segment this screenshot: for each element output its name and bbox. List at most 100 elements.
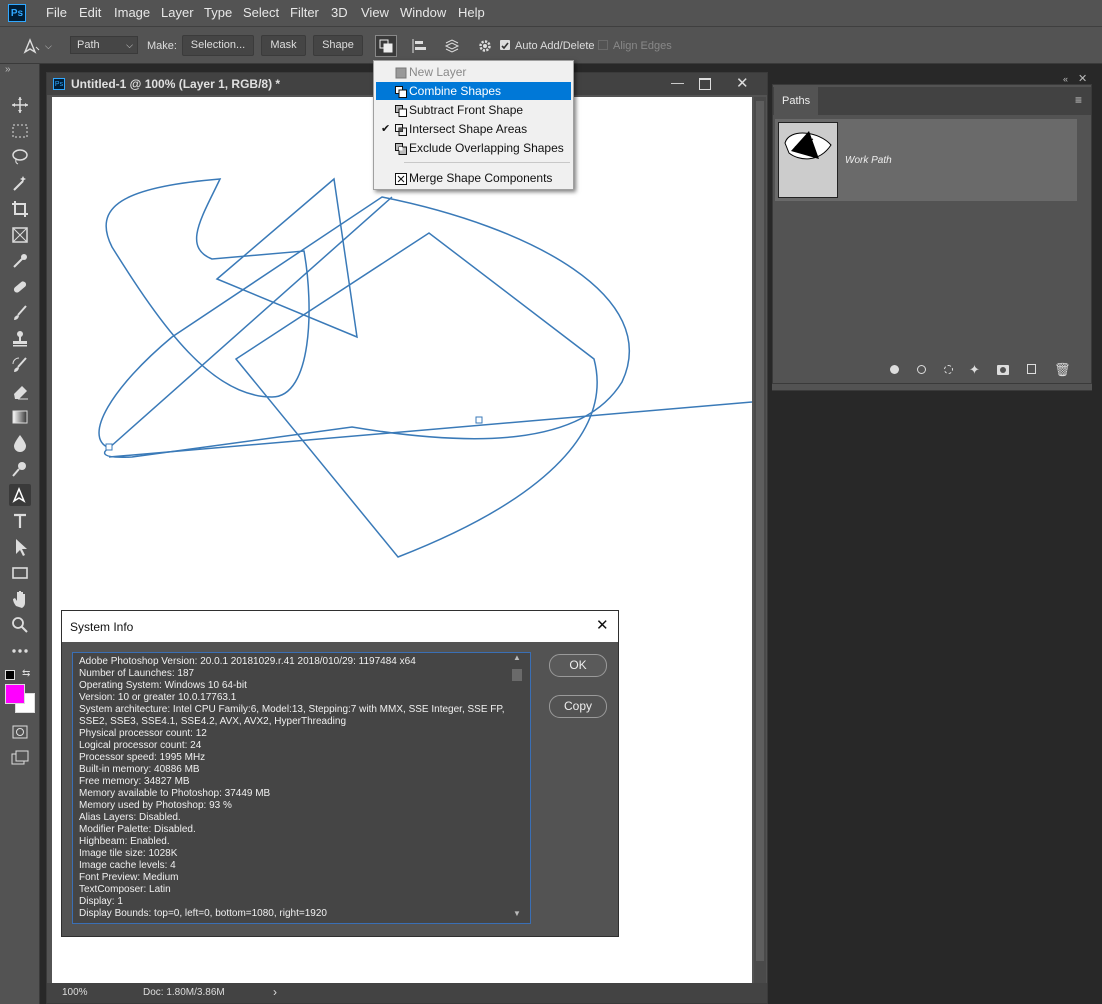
marquee-tool-icon[interactable] bbox=[9, 120, 31, 142]
menu-type[interactable]: Type bbox=[204, 5, 232, 20]
exclude-overlapping-icon bbox=[395, 142, 407, 155]
ok-button[interactable]: OK bbox=[549, 654, 607, 677]
pen-tool-preset-icon[interactable] bbox=[21, 36, 40, 54]
menu-bar: Ps File Edit Image Layer Type Select Fil… bbox=[0, 0, 1102, 26]
system-info-line: Number of Launches: 187 bbox=[79, 668, 195, 679]
menu-help[interactable]: Help bbox=[458, 5, 485, 20]
maximize-icon[interactable] bbox=[699, 78, 711, 90]
gear-icon[interactable] bbox=[476, 37, 494, 55]
collapse-arrows-icon[interactable]: » bbox=[5, 64, 11, 75]
add-mask-icon[interactable] bbox=[997, 365, 1009, 375]
crop-tool-icon[interactable] bbox=[9, 198, 31, 220]
vertical-scrollbar[interactable] bbox=[754, 97, 766, 983]
foreground-color-swatch[interactable] bbox=[5, 684, 25, 704]
panel-resize-handle[interactable] bbox=[772, 384, 1092, 391]
menu-item-subtract-front-shape[interactable]: Subtract Front Shape bbox=[376, 101, 571, 119]
frame-tool-icon[interactable] bbox=[9, 224, 31, 246]
menu-window[interactable]: Window bbox=[400, 5, 446, 20]
system-info-line: Processor speed: 1995 MHz bbox=[79, 752, 206, 763]
more-tools-icon[interactable] bbox=[9, 640, 31, 662]
dodge-icon[interactable] bbox=[9, 458, 31, 480]
menu-layer[interactable]: Layer bbox=[161, 5, 194, 20]
trash-icon[interactable]: 🗑 bbox=[1054, 362, 1071, 378]
system-info-line: Image tile size: 1028K bbox=[79, 848, 178, 859]
menu-filter[interactable]: Filter bbox=[290, 5, 319, 20]
menu-item-combine-shapes[interactable]: Combine Shapes bbox=[376, 82, 571, 100]
photoshop-logo-icon: Ps bbox=[8, 4, 26, 22]
scroll-up-icon[interactable]: ▲ bbox=[513, 653, 521, 662]
menu-3d[interactable]: 3D bbox=[331, 5, 348, 20]
path-selection-icon[interactable] bbox=[9, 536, 31, 558]
new-layer-icon bbox=[395, 66, 407, 79]
menu-image[interactable]: Image bbox=[114, 5, 150, 20]
copy-button[interactable]: Copy bbox=[549, 695, 607, 718]
combine-shapes-icon bbox=[395, 85, 407, 98]
path-row[interactable]: Work Path bbox=[775, 119, 1077, 201]
quick-selection-icon[interactable] bbox=[9, 172, 31, 194]
menu-item-exclude-overlapping-shapes[interactable]: Exclude Overlapping Shapes bbox=[376, 139, 571, 157]
menu-item-new-layer[interactable]: New Layer bbox=[376, 63, 571, 81]
healing-brush-icon[interactable] bbox=[9, 276, 31, 298]
textarea-scroll-thumb[interactable] bbox=[512, 669, 522, 681]
chevron-down-icon[interactable]: ⌵ bbox=[45, 41, 52, 52]
close-icon[interactable]: ✕ bbox=[596, 616, 609, 634]
minimize-icon[interactable]: — bbox=[671, 75, 684, 90]
menu-item-intersect-shape-areas[interactable]: ✔ Intersect Shape Areas bbox=[376, 120, 571, 138]
system-info-line: Logical processor count: 24 bbox=[79, 740, 202, 751]
menu-edit[interactable]: Edit bbox=[79, 5, 101, 20]
lasso-tool-icon[interactable] bbox=[9, 146, 31, 168]
swap-colors-icon[interactable]: ⇆ bbox=[22, 668, 30, 679]
tool-mode-select[interactable]: Path ⌵ bbox=[70, 36, 138, 54]
eyedropper-icon[interactable] bbox=[9, 250, 31, 272]
new-path-icon[interactable] bbox=[1027, 364, 1036, 374]
brush-tool-icon[interactable] bbox=[9, 302, 31, 324]
tab-paths[interactable]: Paths bbox=[774, 87, 818, 115]
hand-tool-icon[interactable] bbox=[9, 588, 31, 610]
panel-menu-icon[interactable]: ≡ bbox=[1075, 93, 1082, 107]
selection-button[interactable]: Selection... bbox=[182, 35, 254, 56]
shape-button[interactable]: Shape bbox=[313, 35, 363, 56]
menu-file[interactable]: File bbox=[46, 5, 67, 20]
auto-add-delete-label: Auto Add/Delete bbox=[515, 40, 595, 52]
load-as-selection-icon[interactable] bbox=[944, 365, 953, 374]
screen-mode-icon[interactable] bbox=[9, 747, 31, 769]
clone-stamp-icon[interactable] bbox=[9, 328, 31, 350]
zoom-level[interactable]: 100% bbox=[62, 987, 88, 998]
blur-icon[interactable] bbox=[9, 432, 31, 454]
make-work-path-icon[interactable]: ✦ bbox=[969, 362, 980, 378]
system-info-textarea[interactable]: Adobe Photoshop Version: 20.0.1 20181029… bbox=[72, 652, 531, 924]
zoom-tool-icon[interactable] bbox=[9, 614, 31, 636]
type-tool-icon[interactable] bbox=[9, 510, 31, 532]
close-icon[interactable]: ✕ bbox=[736, 74, 749, 92]
menu-view[interactable]: View bbox=[361, 5, 389, 20]
mask-button[interactable]: Mask bbox=[261, 35, 306, 56]
stroke-path-icon[interactable] bbox=[917, 365, 926, 374]
move-tool-icon[interactable] bbox=[9, 94, 31, 116]
history-brush-icon[interactable] bbox=[9, 354, 31, 376]
path-operations-icon[interactable] bbox=[375, 35, 397, 57]
scrollbar-thumb[interactable] bbox=[756, 101, 764, 961]
menu-select[interactable]: Select bbox=[243, 5, 279, 20]
align-edges-checkbox[interactable] bbox=[598, 40, 608, 50]
subtract-front-shape-icon bbox=[395, 104, 407, 117]
auto-add-delete-checkbox[interactable] bbox=[500, 40, 510, 50]
default-colors-icon[interactable] bbox=[5, 670, 15, 680]
collapse-arrows-icon[interactable]: « bbox=[1063, 74, 1068, 84]
path-alignment-icon[interactable] bbox=[410, 37, 428, 55]
path-arrangement-icon[interactable] bbox=[443, 37, 461, 55]
rectangle-tool-icon[interactable] bbox=[9, 562, 31, 584]
document-title: Untitled-1 @ 100% (Layer 1, RGB/8) * bbox=[71, 77, 281, 91]
quick-mask-icon[interactable] bbox=[9, 721, 31, 743]
system-info-line: Version: 10 or greater 10.0.17763.1 bbox=[79, 692, 237, 703]
pen-tool-icon[interactable] bbox=[9, 484, 31, 506]
options-bar: ⌵ Path ⌵ Make: Selection... Mask Shape A… bbox=[0, 26, 1102, 64]
panel-header bbox=[773, 87, 1091, 115]
eraser-icon[interactable] bbox=[9, 380, 31, 402]
system-info-line: TextComposer: Latin bbox=[79, 884, 171, 895]
scroll-down-icon[interactable]: ▼ bbox=[513, 909, 521, 918]
chevron-right-icon[interactable]: › bbox=[273, 985, 277, 999]
path-name[interactable]: Work Path bbox=[845, 155, 892, 166]
menu-item-merge-shape-components[interactable]: Merge Shape Components bbox=[376, 169, 571, 187]
gradient-icon[interactable] bbox=[9, 406, 31, 428]
fill-path-icon[interactable] bbox=[890, 365, 899, 374]
